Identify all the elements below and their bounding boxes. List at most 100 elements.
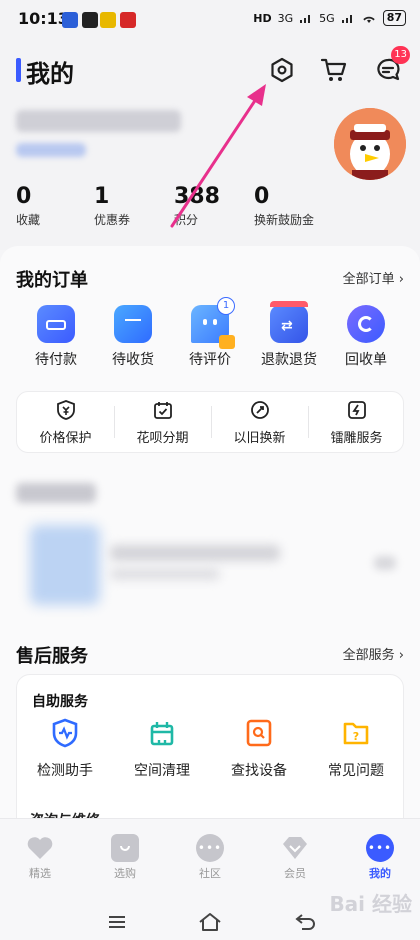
nav-label: 会员 [284, 867, 306, 880]
wallet-icon [37, 305, 75, 343]
stat-label: 积分 [174, 213, 199, 227]
settings-icon[interactable] [266, 54, 298, 86]
wifi-icon [362, 16, 375, 23]
message-badge: 13 [391, 46, 410, 64]
stat-label: 收藏 [16, 213, 41, 227]
order-pending-review[interactable]: 1 待评价 [172, 297, 248, 369]
app-notification-icon [100, 12, 116, 28]
order-recycle[interactable]: 回收单 [328, 305, 404, 369]
order-label: 待付款 [35, 352, 77, 368]
battery-indicator: 87 [382, 10, 406, 26]
stat-points[interactable]: 388 积分 [174, 184, 220, 228]
orders-title: 我的订单 [16, 270, 88, 291]
hd-label: HD [253, 11, 272, 25]
signal-5g: 5G [319, 11, 335, 25]
question-icon: ? [343, 722, 369, 745]
nav-shop[interactable]: 选购 [90, 834, 160, 881]
service-price-protect[interactable]: 价格保护 [17, 400, 114, 446]
tool-notification-icon [120, 12, 136, 28]
nav-member[interactable]: 会员 [260, 834, 330, 881]
refund-icon: ⇄ [270, 301, 308, 343]
menu-icon[interactable] [102, 910, 132, 934]
blurred-product-extra [374, 556, 396, 570]
order-label: 待评价 [189, 352, 231, 368]
signal-3g: 3G [277, 11, 294, 25]
service-installment[interactable]: 花呗分期 [114, 400, 211, 446]
order-label: 回收单 [345, 352, 387, 368]
nav-label: 精选 [29, 867, 51, 880]
home-icon[interactable] [195, 910, 225, 934]
stat-value: 0 [254, 184, 270, 209]
blurred-product-info [110, 568, 220, 580]
stat-trade-in-bonus[interactable]: 0 换新鼓励金 [254, 184, 314, 228]
order-refund[interactable]: ⇄ 退款退货 [251, 301, 327, 369]
all-orders-link[interactable]: 全部订单 › [343, 268, 404, 287]
cart-icon[interactable] [318, 54, 350, 86]
package-icon [114, 305, 152, 343]
stat-favorites[interactable]: 0 收藏 [16, 184, 40, 228]
clean-icon [150, 722, 174, 746]
quick-services: 价格保护 花呗分期 以旧换新 镭雕服务 [16, 391, 404, 453]
calendar-check-icon [153, 402, 172, 419]
review-badge: 1 [217, 297, 235, 315]
status-right: HD 3G 5G 87 [253, 10, 406, 26]
service-label: 价格保护 [39, 431, 92, 446]
service-laser-engrave[interactable]: 镭雕服务 [308, 400, 405, 446]
nav-community[interactable]: ••• 社区 [175, 834, 245, 881]
bag-icon [111, 834, 139, 862]
stat-value: 0 [16, 184, 32, 209]
self-service-find-device[interactable]: 查找设备 [214, 718, 304, 780]
username-blurred [16, 110, 181, 132]
laser-engrave-icon [347, 401, 366, 419]
trade-in-icon [250, 401, 269, 419]
price-protect-icon [56, 400, 75, 420]
service-label: 以旧换新 [233, 431, 286, 446]
watermark: Bai 经验 [329, 892, 412, 916]
order-label: 待收货 [112, 352, 154, 368]
diamond-icon [281, 834, 309, 862]
stat-label: 优惠券 [94, 213, 131, 227]
service-trade-in[interactable]: 以旧换新 [211, 400, 308, 446]
comment-icon: 1 [191, 297, 235, 349]
chat-icon: ••• [196, 834, 224, 862]
self-service-detect[interactable]: 检测助手 [20, 718, 110, 780]
stat-value: 1 [94, 184, 110, 209]
stat-label: 换新鼓励金 [254, 213, 315, 227]
heart-icon [26, 834, 54, 862]
find-device-icon [246, 719, 272, 747]
stat-coupons[interactable]: 1 优惠券 [94, 184, 130, 228]
blurred-product-name [110, 545, 280, 561]
user-level-blurred [16, 143, 86, 157]
self-service-label: 查找设备 [231, 763, 287, 779]
profile-icon: ••• [366, 834, 394, 862]
blurred-section-title [16, 483, 96, 503]
blurred-product-image [30, 525, 100, 605]
self-service-title: 自助服务 [32, 694, 88, 710]
play-icon [82, 12, 98, 28]
page-title: 我的 [26, 60, 74, 88]
nav-featured[interactable]: 精选 [5, 834, 75, 881]
service-label: 花呗分期 [136, 431, 189, 446]
title-accent-bar [16, 58, 21, 82]
order-label: 退款退货 [261, 352, 317, 368]
signal-icon [300, 15, 311, 23]
nav-label: 我的 [369, 867, 391, 880]
after-sales-title: 售后服务 [16, 646, 88, 667]
self-service-label: 空间清理 [134, 763, 190, 779]
self-service-faq[interactable]: ? 常见问题 [311, 718, 401, 780]
order-pending-payment[interactable]: 待付款 [18, 305, 94, 369]
recycle-icon [347, 305, 385, 343]
back-icon[interactable] [290, 910, 320, 934]
stat-value: 388 [174, 184, 220, 209]
nav-mine[interactable]: ••• 我的 [345, 834, 415, 881]
nav-label: 选购 [114, 867, 136, 880]
order-pending-receipt[interactable]: 待收货 [95, 305, 171, 369]
signal-icon [341, 15, 352, 23]
self-service-clean[interactable]: 空间清理 [117, 718, 207, 780]
all-services-link[interactable]: 全部服务 › [343, 644, 404, 663]
notification-icon [62, 12, 78, 28]
avatar[interactable] [334, 108, 406, 180]
svg-text:?: ? [353, 730, 359, 743]
self-service-label: 检测助手 [37, 763, 93, 779]
shield-check-icon [52, 718, 78, 748]
